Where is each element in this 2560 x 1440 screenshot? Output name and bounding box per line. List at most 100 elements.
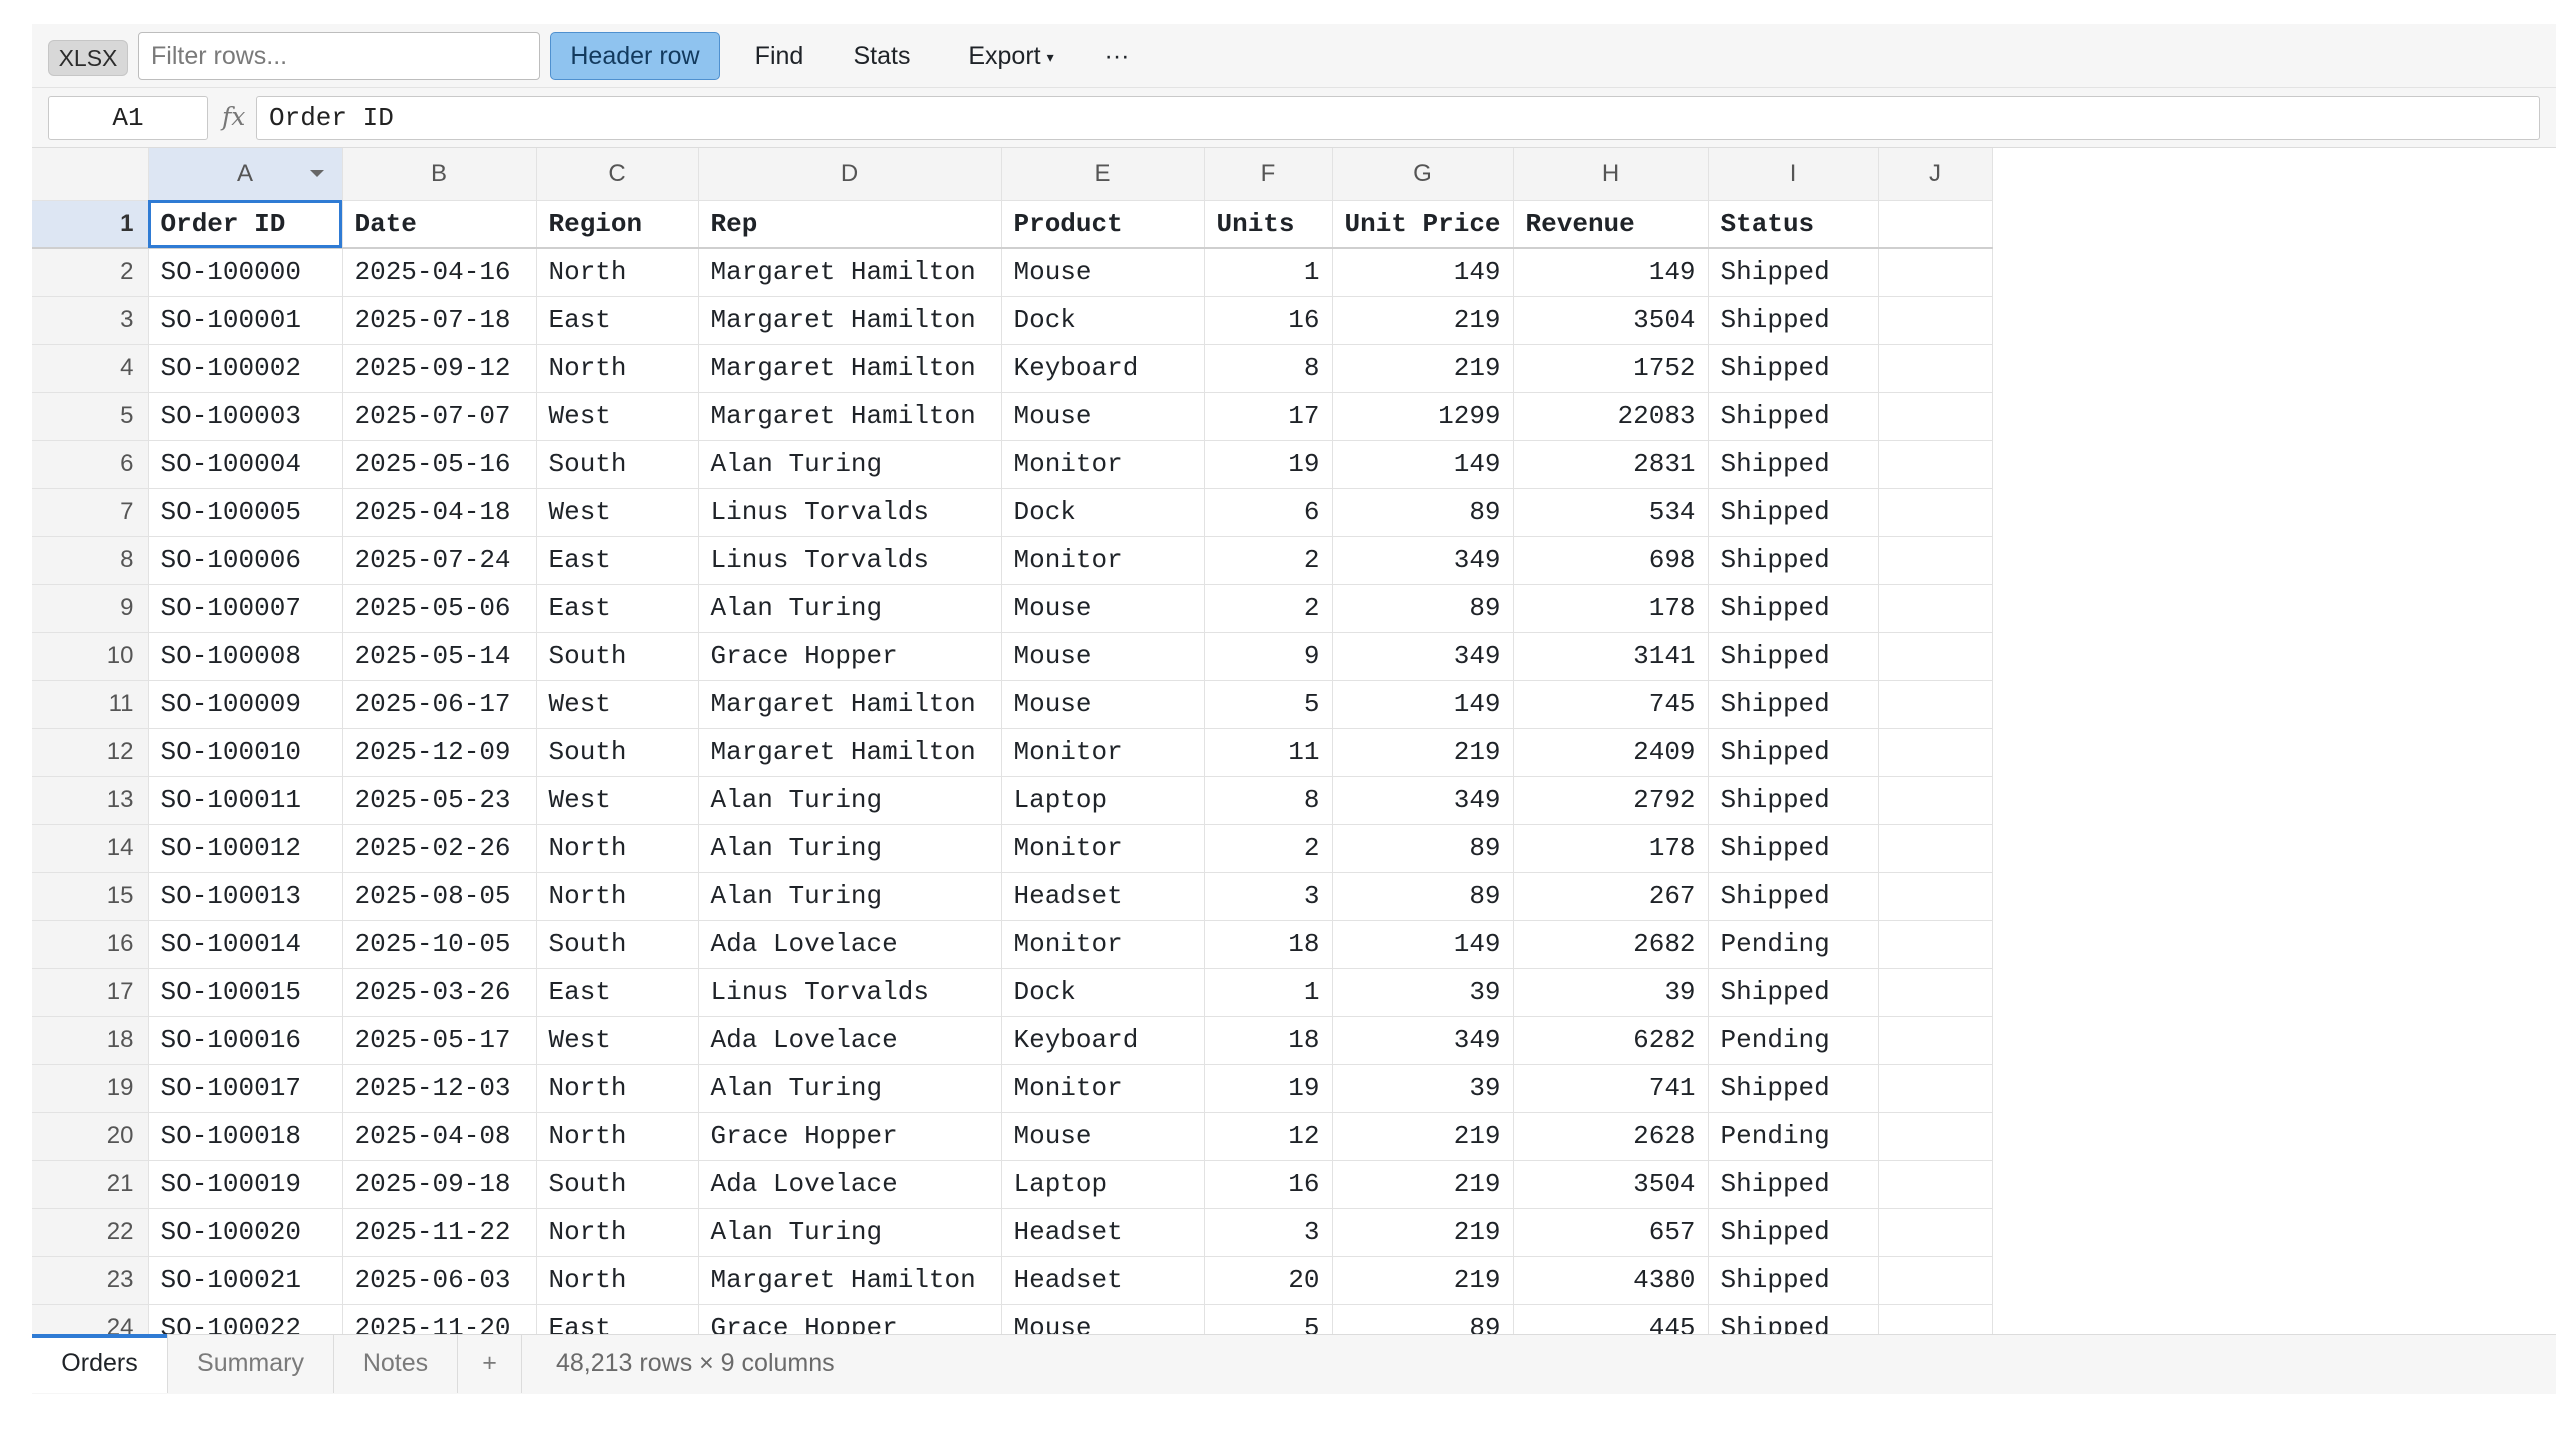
column-header-j[interactable]: J (1878, 148, 1993, 201)
row-number[interactable]: 23 (32, 1256, 149, 1305)
cell[interactable]: SO-100011 (148, 776, 343, 825)
cell[interactable]: Linus Torvalds (698, 488, 1002, 537)
cell[interactable]: 2025-05-14 (342, 632, 537, 681)
cell[interactable]: 6282 (1513, 1016, 1709, 1065)
cell[interactable]: SO-100015 (148, 968, 343, 1017)
row-number[interactable]: 16 (32, 920, 149, 969)
cell[interactable]: North (536, 872, 699, 921)
cell[interactable]: Mouse (1001, 1112, 1205, 1161)
cell[interactable]: Alan Turing (698, 776, 1002, 825)
cell[interactable]: 8 (1204, 776, 1333, 825)
cell[interactable]: Laptop (1001, 1160, 1205, 1209)
cell[interactable]: SO-100001 (148, 296, 343, 345)
cell[interactable]: 349 (1332, 1016, 1514, 1065)
cell[interactable]: 698 (1513, 536, 1709, 585)
row-number[interactable]: 19 (32, 1064, 149, 1113)
cell[interactable]: Pending (1708, 1016, 1879, 1065)
cell[interactable]: 219 (1332, 1112, 1514, 1161)
cell[interactable]: 149 (1332, 920, 1514, 969)
cell[interactable]: Dock (1001, 968, 1205, 1017)
cell[interactable]: 1299 (1332, 392, 1514, 441)
cell[interactable]: 2025-10-05 (342, 920, 537, 969)
cell[interactable]: 178 (1513, 584, 1709, 633)
cell[interactable]: 2025-05-16 (342, 440, 537, 489)
column-header-g[interactable]: G (1332, 148, 1514, 201)
cell[interactable]: Shipped (1708, 584, 1879, 633)
column-header-b[interactable]: B (342, 148, 537, 201)
cell[interactable]: North (536, 1256, 699, 1305)
cell[interactable]: Units (1204, 200, 1333, 249)
cell[interactable] (1878, 728, 1993, 777)
cell[interactable]: Alan Turing (698, 824, 1002, 873)
cell[interactable]: Dock (1001, 296, 1205, 345)
cell[interactable]: Shipped (1708, 1160, 1879, 1209)
cell[interactable]: Margaret Hamilton (698, 728, 1002, 777)
cell[interactable] (1878, 872, 1993, 921)
cell[interactable]: 657 (1513, 1208, 1709, 1257)
row-number[interactable]: 15 (32, 872, 149, 921)
add-sheet-button[interactable]: + (458, 1335, 522, 1393)
row-number[interactable]: 4 (32, 344, 149, 393)
cell[interactable]: Grace Hopper (698, 632, 1002, 681)
cell[interactable]: 19 (1204, 440, 1333, 489)
cell[interactable]: Region (536, 200, 699, 249)
row-number[interactable]: 10 (32, 632, 149, 681)
column-header-c[interactable]: C (536, 148, 699, 201)
cell[interactable]: North (536, 344, 699, 393)
cell[interactable]: 2025-02-26 (342, 824, 537, 873)
cell[interactable]: SO-100020 (148, 1208, 343, 1257)
cell[interactable]: 2 (1204, 536, 1333, 585)
cell[interactable]: 39 (1513, 968, 1709, 1017)
cell[interactable]: SO-100003 (148, 392, 343, 441)
cell[interactable]: 2025-07-18 (342, 296, 537, 345)
cell[interactable]: Grace Hopper (698, 1112, 1002, 1161)
cell[interactable]: 39 (1332, 1064, 1514, 1113)
cell[interactable]: 18 (1204, 1016, 1333, 1065)
find-button[interactable]: Find (734, 32, 824, 80)
cell[interactable]: 1 (1204, 248, 1333, 297)
cell[interactable]: Date (342, 200, 537, 249)
column-header-i[interactable]: I (1708, 148, 1879, 201)
cell[interactable]: Margaret Hamilton (698, 1256, 1002, 1305)
cell[interactable]: 2025-11-22 (342, 1208, 537, 1257)
column-header-e[interactable]: E (1001, 148, 1205, 201)
cell[interactable]: 745 (1513, 680, 1709, 729)
cell[interactable]: Shipped (1708, 824, 1879, 873)
cell[interactable]: Monitor (1001, 536, 1205, 585)
cell[interactable]: SO-100005 (148, 488, 343, 537)
cell[interactable]: Unit Price (1332, 200, 1514, 249)
cell[interactable]: 89 (1332, 872, 1514, 921)
cell[interactable] (1878, 824, 1993, 873)
cell[interactable]: East (536, 968, 699, 1017)
cell[interactable]: Shipped (1708, 680, 1879, 729)
cell[interactable]: 3504 (1513, 296, 1709, 345)
cell[interactable]: 2831 (1513, 440, 1709, 489)
cell[interactable]: East (536, 296, 699, 345)
cell[interactable]: Shipped (1708, 1208, 1879, 1257)
active-cell[interactable]: Order ID (148, 200, 343, 249)
cell[interactable] (1878, 1112, 1993, 1161)
cell[interactable]: 39 (1332, 968, 1514, 1017)
cell[interactable]: SO-100012 (148, 824, 343, 873)
cell[interactable]: SO-100018 (148, 1112, 343, 1161)
row-number[interactable]: 2 (32, 248, 149, 297)
cell[interactable]: West (536, 488, 699, 537)
cell[interactable]: Monitor (1001, 1064, 1205, 1113)
cell[interactable] (1878, 680, 1993, 729)
cell[interactable] (1878, 632, 1993, 681)
cell[interactable]: 16 (1204, 296, 1333, 345)
cell[interactable]: Monitor (1001, 920, 1205, 969)
cell[interactable]: Shipped (1708, 1064, 1879, 1113)
cell[interactable]: Mouse (1001, 584, 1205, 633)
cell[interactable]: 534 (1513, 488, 1709, 537)
cell[interactable]: 22083 (1513, 392, 1709, 441)
cell[interactable]: Shipped (1708, 296, 1879, 345)
cell[interactable]: Keyboard (1001, 1016, 1205, 1065)
cell[interactable]: Mouse (1001, 248, 1205, 297)
cell[interactable]: 89 (1332, 584, 1514, 633)
cell[interactable]: SO-100010 (148, 728, 343, 777)
cell[interactable]: 2 (1204, 824, 1333, 873)
formula-input[interactable]: Order ID (256, 96, 2540, 140)
cell[interactable]: North (536, 248, 699, 297)
cell[interactable]: 17 (1204, 392, 1333, 441)
